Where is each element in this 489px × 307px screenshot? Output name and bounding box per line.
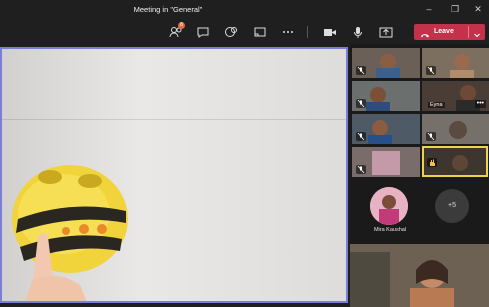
reactions-icon[interactable] [223,24,239,40]
mic-muted-icon [426,132,436,141]
avatar-name: Mira Kaushal [373,227,407,233]
chat-icon[interactable] [195,24,211,40]
mic-icon[interactable] [350,24,366,40]
participant-tile[interactable] [352,114,420,144]
avatar-photo [370,187,408,225]
maximize-button[interactable]: ❐ [447,3,463,16]
share-tray-icon[interactable] [252,24,268,40]
phone-hangup-icon [420,27,430,38]
bee-bot-robot-image [12,165,128,301]
main-video-stage[interactable] [0,47,348,303]
participant-tile-large[interactable] [350,244,489,307]
participant-name: Eyna [428,102,445,108]
participant-tile[interactable]: Eyna ••• [422,81,489,111]
close-button[interactable]: ✕ [470,3,486,16]
mic-muted-icon [356,66,366,75]
avatar[interactable] [370,187,408,225]
participant-tile[interactable] [352,81,420,111]
participant-tile[interactable] [352,48,420,78]
window-title: Meeting in "General" [133,5,203,14]
raised-hand-icon [427,158,437,167]
mic-muted-icon [356,132,366,141]
leave-divider [468,26,469,38]
tile-more-button[interactable]: ••• [474,100,486,108]
participant-panel: Eyna ••• Mira Kaushal +5 [350,44,489,307]
leave-label: Leave [434,27,454,35]
participant-tile[interactable] [352,147,420,177]
leave-button[interactable]: Leave [414,24,485,40]
participants-badge: 8 [178,22,185,29]
more-icon[interactable] [280,24,296,40]
camera-icon[interactable] [322,24,338,40]
participant-tile-speaking[interactable] [422,146,488,177]
chevron-down-icon[interactable] [472,27,482,38]
mic-muted-icon [356,165,366,174]
share-icon[interactable] [378,24,394,40]
mic-muted-icon [356,99,366,108]
participant-tile[interactable] [422,114,489,144]
minimize-button[interactable]: – [421,3,437,16]
participant-video [350,244,489,307]
toolbar-divider [307,26,308,38]
participant-tile[interactable] [422,48,489,78]
meeting-toolbar: 8 Leave [0,20,489,44]
overflow-participants-button[interactable]: +5 [435,189,469,223]
title-bar: Meeting in "General" – ❐ ✕ [0,0,489,20]
mic-muted-icon [426,66,436,75]
